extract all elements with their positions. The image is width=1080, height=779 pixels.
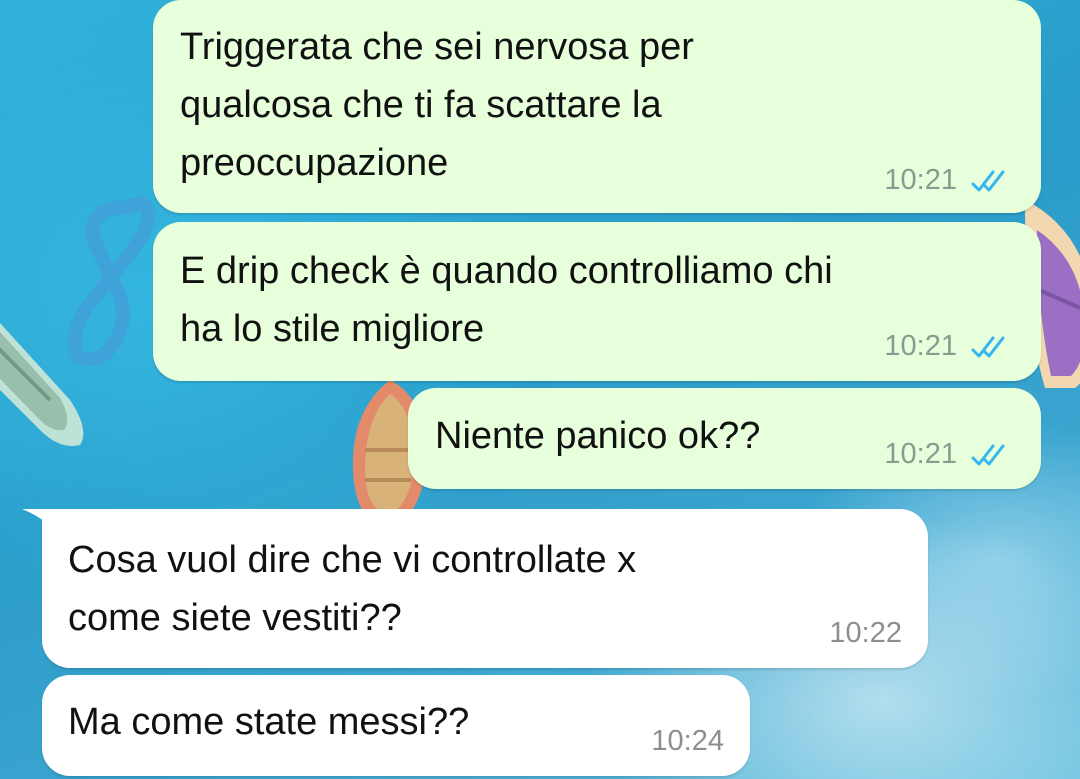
message-bubble-outgoing[interactable]: Triggerata che sei nervosa per qualcosa … xyxy=(153,0,1041,213)
message-meta: 10:24 xyxy=(651,725,724,758)
figure-eight-doodle-icon xyxy=(67,196,156,366)
message-bubble-incoming[interactable]: Ma come state messi?? 10:24 xyxy=(42,675,750,776)
message-meta: 10:21 xyxy=(884,330,1015,363)
message-bubble-outgoing[interactable]: Niente panico ok?? 10:21 xyxy=(408,388,1041,489)
read-double-check-icon xyxy=(971,336,1005,357)
message-text: E drip check è quando controlliamo chi h… xyxy=(180,250,833,350)
message-text: Ma come state messi?? xyxy=(68,701,470,743)
message-text: Triggerata che sei nervosa per qualcosa … xyxy=(180,26,694,184)
message-time: 10:22 xyxy=(829,617,902,649)
read-double-check-icon xyxy=(971,444,1005,465)
message-text: Cosa vuol dire che vi controllate x come… xyxy=(68,539,637,639)
message-text: Niente panico ok?? xyxy=(435,415,761,457)
message-bubble-outgoing[interactable]: E drip check è quando controlliamo chi h… xyxy=(153,222,1041,381)
message-bubble-incoming[interactable]: Cosa vuol dire che vi controllate x come… xyxy=(22,509,928,668)
read-double-check-icon xyxy=(971,170,1005,191)
message-meta: 10:21 xyxy=(884,438,1015,471)
message-time: 10:24 xyxy=(651,725,724,757)
bubble-tail-icon xyxy=(22,509,62,543)
message-time: 10:21 xyxy=(884,330,957,362)
message-meta: 10:22 xyxy=(829,617,902,650)
message-time: 10:21 xyxy=(884,438,957,470)
message-meta: 10:21 xyxy=(884,164,1015,197)
message-time: 10:21 xyxy=(884,164,957,196)
